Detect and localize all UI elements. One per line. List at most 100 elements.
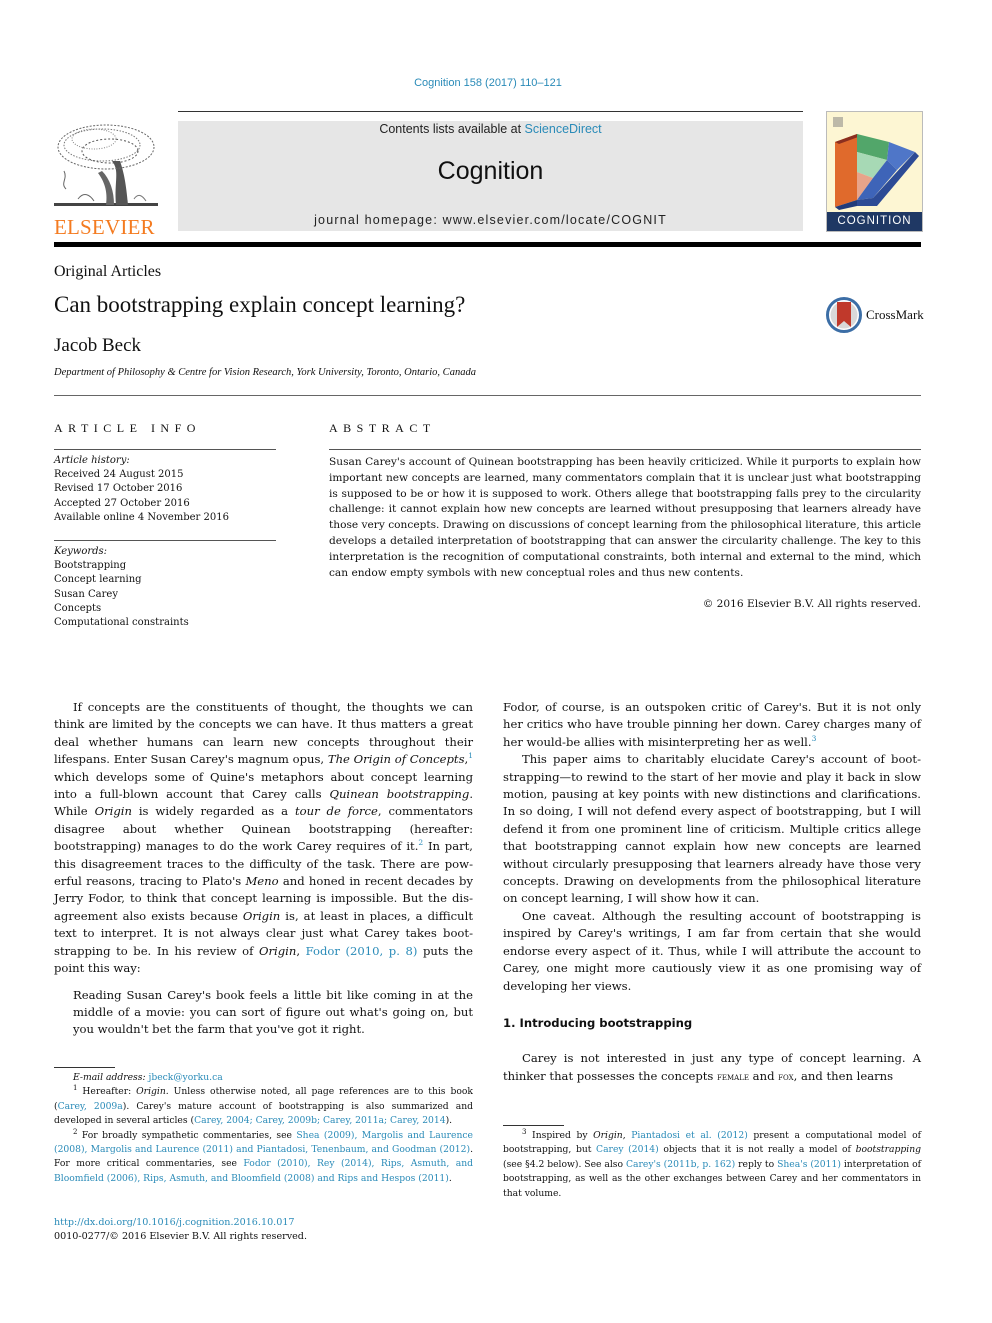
journal-banner: Contents lists available at ScienceDirec… [178,121,803,231]
abstract-heading: ABSTRACT [329,421,436,435]
article-history-label: Article history: [54,455,130,466]
keyword-item: Bootstrapping [54,560,127,572]
book-title: Origin [593,1130,623,1141]
text: is widely regarded as a [131,804,295,819]
text: (see §4.2 below). See also [503,1158,626,1170]
email-label: E-mail address: [73,1072,149,1083]
citation-link[interactable]: Carey (2014) [596,1144,659,1155]
keyword-item: Computational constraints [54,617,189,629]
header-thick-rule [54,242,921,247]
text: , [296,943,306,958]
text: For broadly sympathetic commentaries, se… [77,1129,297,1141]
header-rule [178,111,803,112]
author-affiliation: Department of Philosophy & Centre for Vi… [54,367,476,378]
citation-link[interactable]: Carey's (2011b, p. 162) [626,1159,735,1170]
cover-label: COGNITION [827,212,922,231]
text: Inspired by [526,1130,594,1141]
book-title: Origin [242,908,281,923]
sciencedirect-link[interactable]: ScienceDirect [525,122,602,136]
section-heading: 1. Introducing bootstrapping [503,1015,693,1030]
text: , and then learns [793,1068,894,1083]
citation-link[interactable]: Carey, 2009a [58,1101,123,1112]
body-paragraph: If concepts are the constituents of thou… [54,699,473,978]
abstract-text: Susan Carey's account of Quinean bootstr… [329,456,921,579]
text: reply to [735,1158,778,1170]
term: bootstrapping [855,1144,921,1156]
crossmark-label: CrossMark [866,307,924,322]
footnote-3: 3 Inspired by Origin, Piantadosi et al. … [503,1128,921,1201]
elsevier-logo[interactable]: ELSEVIER [54,121,158,238]
history-item: Received 24 August 2015 [54,469,184,481]
keyword-item: Concepts [54,602,102,614]
keywords-rule [54,540,276,541]
elsevier-wordmark: ELSEVIER [54,215,155,239]
citation-link[interactable]: Carey, 2004; Carey, 2009b; Carey, 2011a;… [194,1115,446,1126]
author-name[interactable]: Jacob Beck [54,335,141,357]
body-paragraph: This paper aims to charitably elucidate … [503,752,921,906]
footnote-ref-3[interactable]: 3 [812,734,817,743]
block-quote: Reading Susan Carey's book feels a littl… [73,987,473,1037]
keyword-item: Concept learning [54,574,142,586]
abstract-copyright: © 2016 Elsevier B.V. All rights reserved… [702,598,921,610]
contents-availability: Contents lists available at ScienceDirec… [178,122,803,136]
keyword-item: Susan Carey [54,588,118,600]
elsevier-tree-icon [54,124,158,206]
article-title: Can bootstrapping explain concept learni… [54,292,466,317]
concept-term: fox [778,1071,794,1083]
article-section-type: Original Articles [54,263,162,280]
crossmark-button[interactable]: CrossMark [826,297,924,333]
citation-link[interactable]: Piantadosi et al. (2012) [631,1130,748,1141]
phrase: tour de force [294,804,378,819]
text: and [749,1068,779,1083]
keywords-label: Keywords: [54,546,108,557]
text: objects that it is not really a model of [658,1144,856,1156]
body-paragraph: Fodor, of course, is an outspoken critic… [503,699,921,751]
footnote-1: 1 Hereafter: Origin. Unless otherwise no… [54,1085,473,1128]
footnote-rule [54,1067,115,1068]
footnote-ref-1[interactable]: 1 [468,751,473,760]
concept-term: female [717,1071,749,1083]
article-history: Article history: Received 24 August 2015… [54,454,276,525]
footnotes-left: E-mail address: jbeck@yorku.ca 1 Hereaft… [54,1071,473,1186]
article-info-rule [54,449,276,450]
contents-prefix: Contents lists available at [379,122,525,136]
book-title: Meno [245,874,279,889]
term: Quinean bootstrap­ping [329,787,470,802]
email-link[interactable]: jbeck@yorku.ca [148,1072,222,1083]
abstract-rule [329,449,921,450]
footnote-rule [503,1125,564,1126]
title-divider [54,395,921,396]
body-paragraph: One caveat. Although the resulting accou… [503,908,921,993]
body-column-right: Fodor, of course, is an outspoken critic… [503,699,921,1086]
footnote-2: 2 For broadly sympathetic commentaries, … [54,1128,473,1187]
crossmark-icon [826,297,862,333]
journal-cover-image[interactable]: COGNITION [826,111,923,232]
book-title: The Origin of Concepts [327,752,465,767]
journal-citation-link[interactable]: Cognition 158 (2017) 110–121 [0,77,976,89]
book-title: Origin [136,1086,166,1098]
doi-link[interactable]: http://dx.doi.org/10.1016/j.cognition.20… [54,1217,295,1228]
citation-link[interactable]: Shea's (2011) [777,1159,841,1170]
text: , [622,1130,632,1141]
journal-homepage: journal homepage: www.elsevier.com/locat… [314,213,667,227]
body-paragraph: Carey is not interested in just any type… [503,1050,921,1086]
history-item: Accepted 27 October 2016 [54,497,190,509]
body-column-left: If concepts are the constituents of thou… [54,699,473,1039]
text: Hereafter: [77,1086,137,1098]
history-item: Available online 4 November 2016 [54,511,229,523]
text: . [448,1172,452,1184]
journal-title: Cognition [437,157,544,185]
issn-copyright: 0010-0277/© 2016 Elsevier B.V. All right… [54,1231,307,1242]
book-title: Origin [94,804,132,819]
history-item: Revised 17 October 2016 [54,483,183,495]
email-footnote: E-mail address: jbeck@yorku.ca [54,1071,473,1085]
doi-footer: http://dx.doi.org/10.1016/j.cognition.20… [54,1216,307,1244]
cover-triangle-icon [833,117,919,210]
footnotes-right: 3 Inspired by Origin, Piantadosi et al. … [503,1128,921,1201]
citation-link[interactable]: Fodor (2010, p. 8) [306,944,418,958]
text: Fodor, of course, is an outspoken critic… [503,700,921,749]
book-title: Origin [258,943,297,958]
keywords: Keywords: Bootstrapping Concept learning… [54,545,276,630]
text: ). [445,1115,453,1127]
article-info-heading: ARTICLE INFO [54,421,201,435]
